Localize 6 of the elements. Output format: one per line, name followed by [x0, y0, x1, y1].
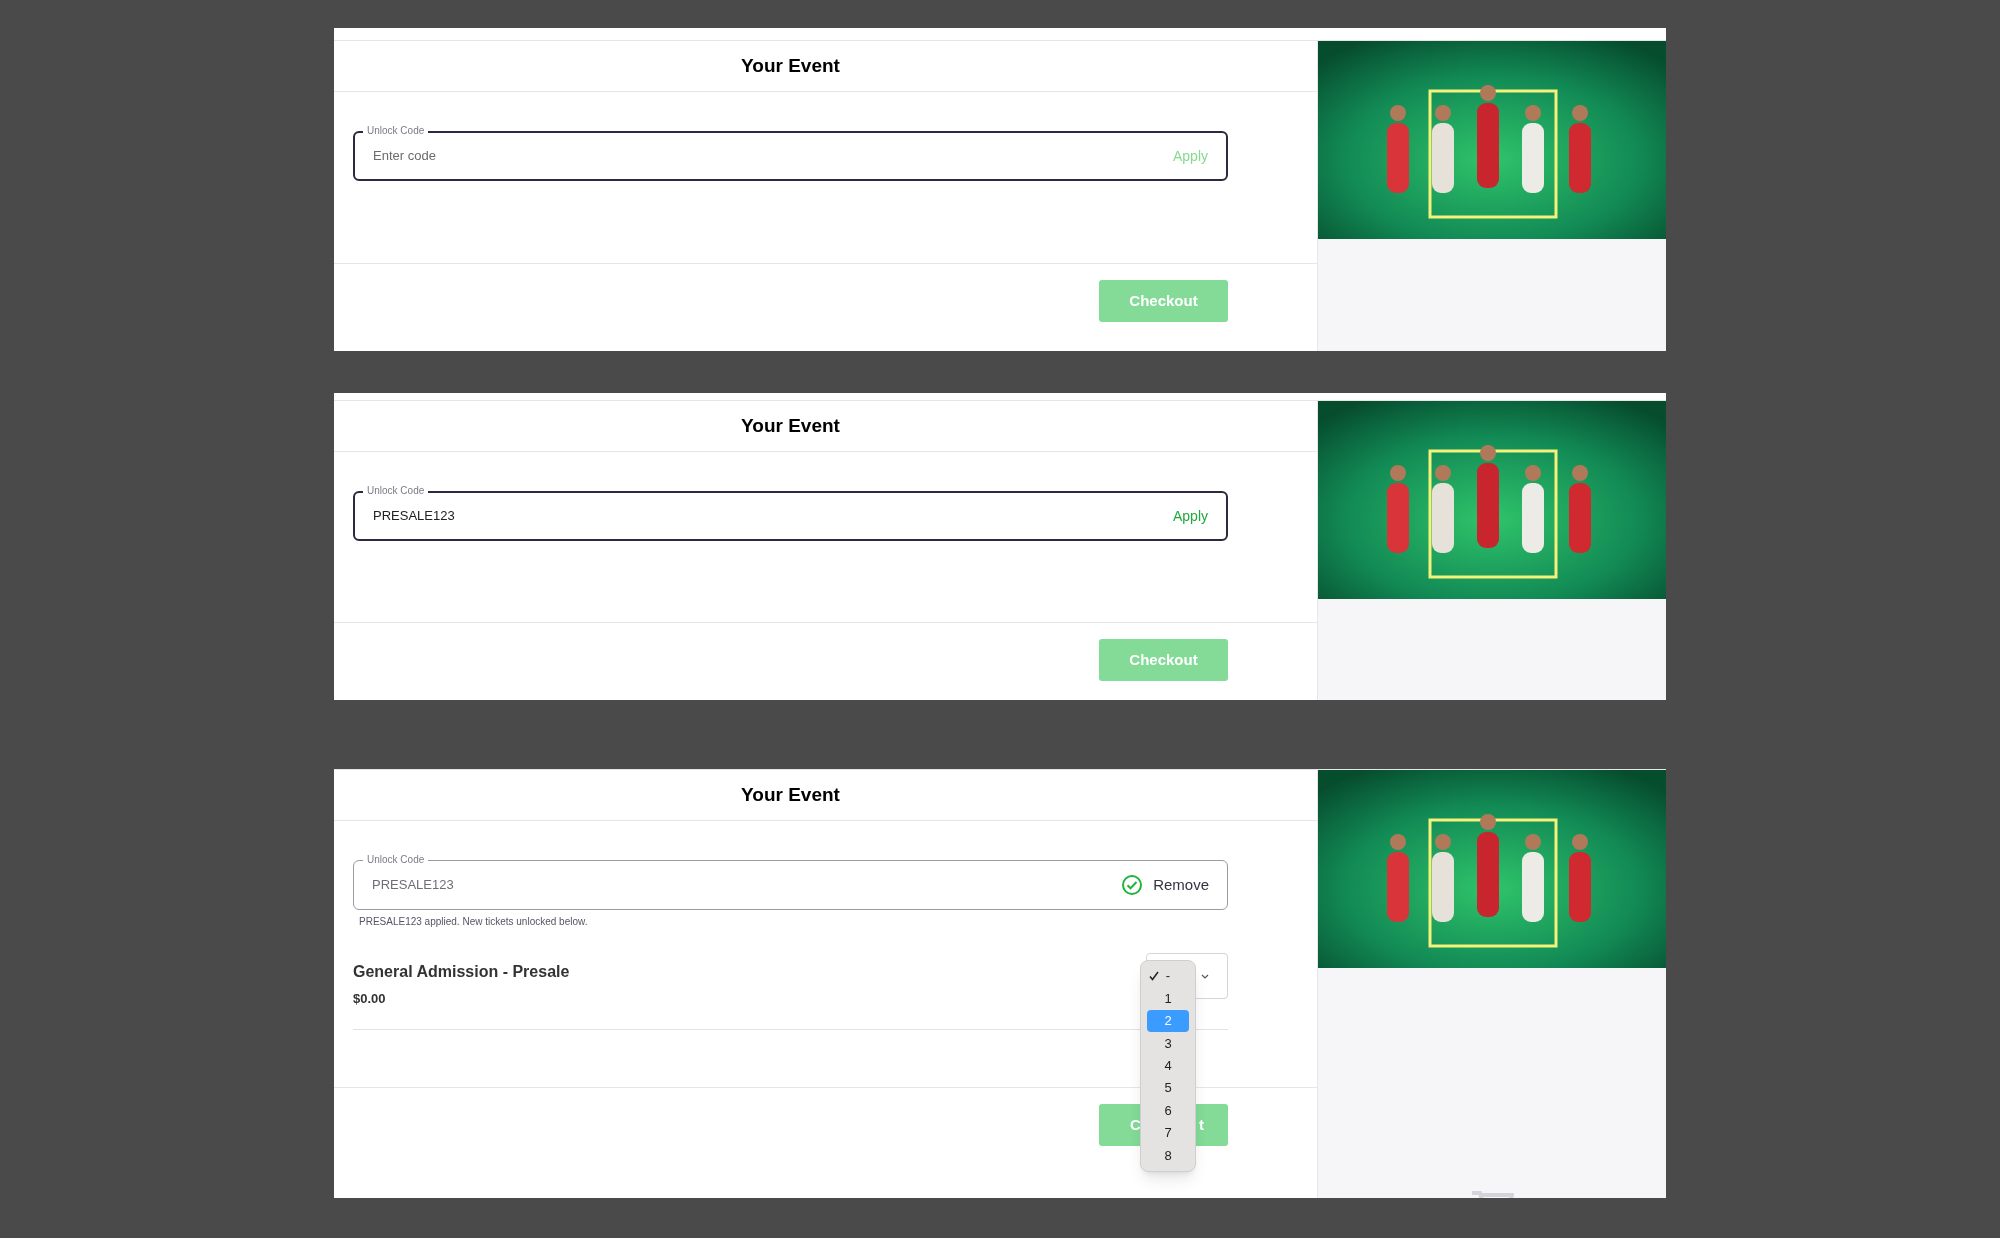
status-message: PRESALE123 applied. New tickets unlocked below. [359, 915, 589, 929]
event-title: Your Event [741, 782, 840, 807]
event-title: Your Event [741, 413, 840, 438]
ticket-price: $0.00 [353, 990, 387, 1008]
ticket-name: General Admission - Presale [353, 962, 570, 982]
event-title: Your Event [741, 53, 840, 78]
